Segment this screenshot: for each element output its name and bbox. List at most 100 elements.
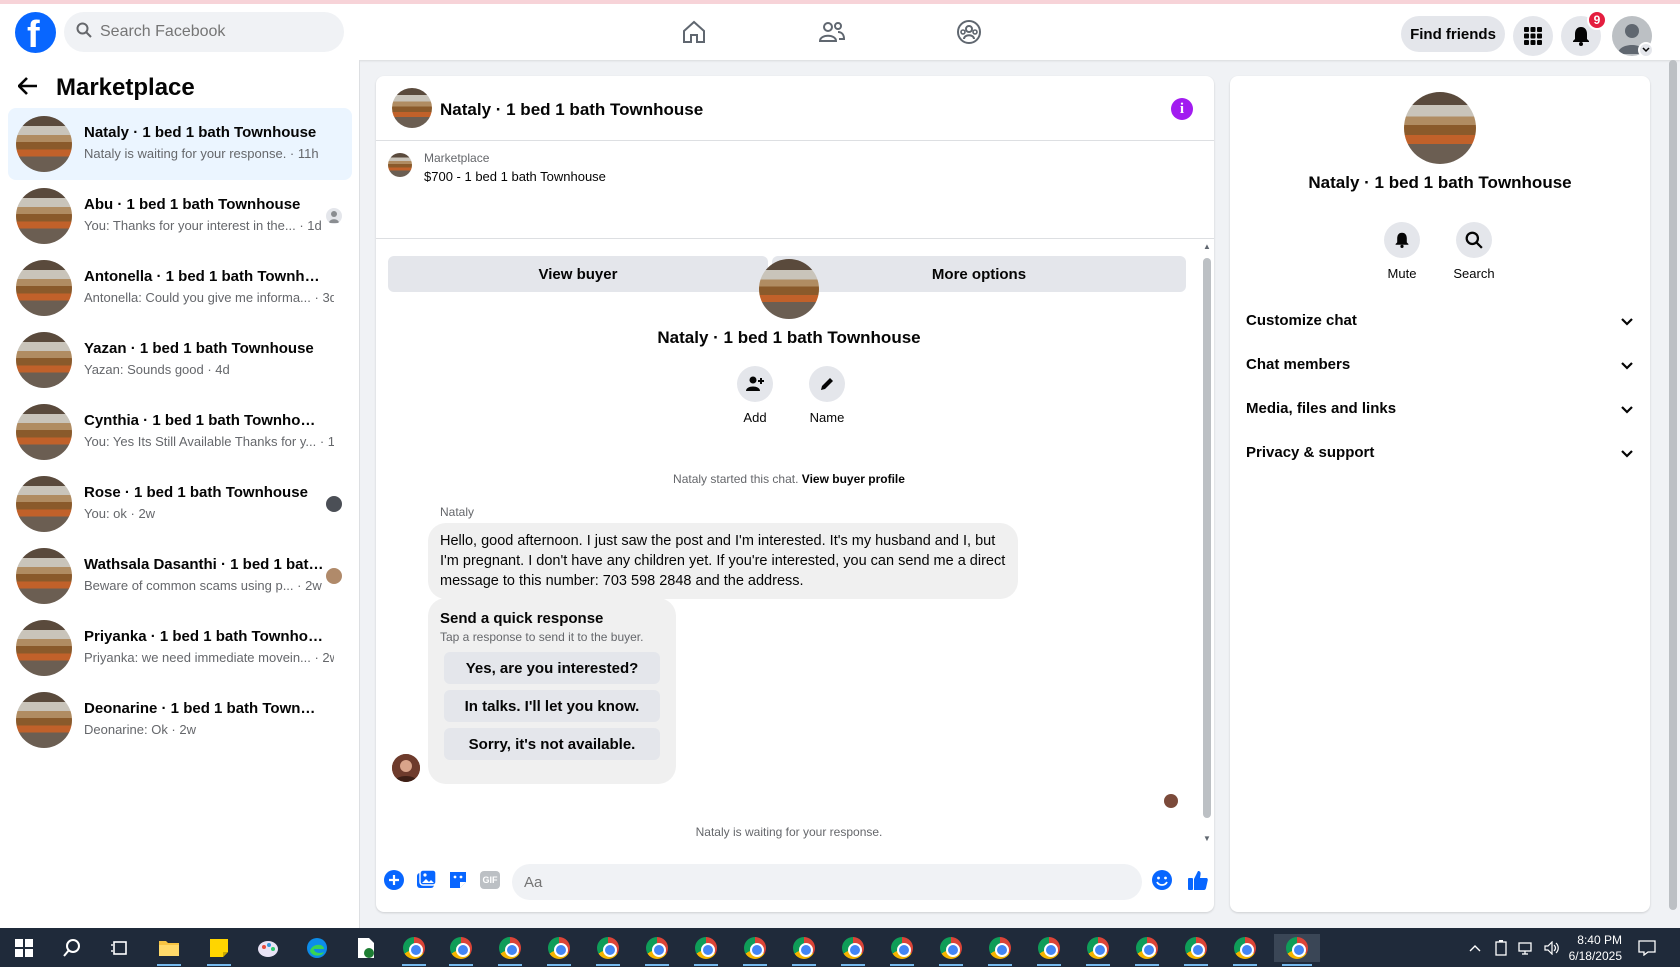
search-icon[interactable] xyxy=(52,934,92,962)
chrome-icon[interactable] xyxy=(394,934,434,966)
search-label: Search xyxy=(1453,266,1495,281)
emoji-icon[interactable] xyxy=(1150,868,1174,892)
find-friends-button[interactable]: Find friends xyxy=(1401,16,1505,52)
conversation-item-yazan[interactable]: Yazan · 1 bed 1 bath Townhouse Yazan: So… xyxy=(8,324,352,396)
mute-action[interactable]: Mute xyxy=(1372,222,1432,281)
edge-browser-icon[interactable] xyxy=(297,934,337,962)
chrome-icon[interactable] xyxy=(539,934,579,966)
chat-scrollbar-thumb[interactable] xyxy=(1203,258,1211,818)
customize-chat-section[interactable]: Customize chat xyxy=(1246,300,1634,344)
sender-avatar[interactable] xyxy=(392,754,420,782)
chrome-icon[interactable] xyxy=(784,934,824,966)
conversation-snippet: Antonella: Could you give me informa... … xyxy=(84,290,334,305)
chrome-icon[interactable] xyxy=(490,934,530,966)
chrome-icon-active[interactable] xyxy=(1274,934,1320,966)
chrome-icon[interactable] xyxy=(1078,934,1118,966)
groups-icon[interactable] xyxy=(949,12,989,52)
network-icon[interactable] xyxy=(1518,928,1536,967)
page-scrollbar[interactable] xyxy=(1666,60,1680,928)
thumbs-up-icon[interactable] xyxy=(1186,868,1210,892)
chrome-icon[interactable] xyxy=(1127,934,1167,966)
taskbar-clock[interactable]: 8:40 PM 6/18/2025 xyxy=(1562,932,1622,964)
seen-avatar xyxy=(326,568,342,584)
conversation-item-cynthia[interactable]: Cynthia · 1 bed 1 bath Townhouse You: Ye… xyxy=(8,396,352,468)
mute-label: Mute xyxy=(1387,266,1417,281)
chrome-icon[interactable] xyxy=(735,934,775,966)
conversation-item-nataly[interactable]: Nataly · 1 bed 1 bath Townhouse Nataly i… xyxy=(8,108,352,180)
chrome-icon[interactable] xyxy=(980,934,1020,966)
tray-chevron-up-icon[interactable] xyxy=(1468,928,1482,967)
listing-avatar xyxy=(16,548,72,604)
chevron-down-icon[interactable] xyxy=(1638,42,1654,58)
volume-icon[interactable] xyxy=(1544,928,1562,967)
waiting-notice: Nataly is waiting for your response. xyxy=(695,825,883,839)
add-people-action[interactable]: Add xyxy=(725,366,785,425)
notification-center-icon[interactable] xyxy=(1638,928,1656,967)
chrome-icon[interactable] xyxy=(588,934,628,966)
plus-circle-icon[interactable] xyxy=(382,868,406,892)
chat-title[interactable]: Nataly · 1 bed 1 bath Townhouse xyxy=(440,100,703,120)
message-input[interactable] xyxy=(512,864,1142,900)
chrome-icon[interactable] xyxy=(637,934,677,966)
sticker-icon[interactable] xyxy=(446,868,470,892)
friends-icon[interactable] xyxy=(812,12,852,52)
info-icon[interactable]: i xyxy=(1171,98,1193,120)
spreadsheet-file-icon[interactable] xyxy=(346,934,386,962)
listing-price-title[interactable]: $700 - 1 bed 1 bath Townhouse xyxy=(424,169,606,184)
view-buyer-profile-link[interactable]: View buyer profile xyxy=(802,472,905,486)
paint-icon[interactable] xyxy=(248,934,288,962)
menu-grid-icon[interactable] xyxy=(1513,16,1553,56)
conversation-item-abu[interactable]: Abu · 1 bed 1 bath Townhouse You: Thanks… xyxy=(8,180,352,252)
conversation-item-wathsala[interactable]: Wathsala Dasanthi · 1 bed 1 bath... Bewa… xyxy=(8,540,352,612)
incoming-message[interactable]: Hello, good afternoon. I just saw the po… xyxy=(428,523,1018,599)
chrome-icon[interactable] xyxy=(833,934,873,966)
conversation-item-antonella[interactable]: Antonella · 1 bed 1 bath Townhouse Anton… xyxy=(8,252,352,324)
chrome-icon[interactable] xyxy=(686,934,726,966)
task-view-icon[interactable] xyxy=(100,934,140,962)
seen-avatar xyxy=(326,496,342,512)
search-box[interactable] xyxy=(64,12,344,52)
chat-header-avatar[interactable] xyxy=(392,88,432,128)
chat-scrollbar[interactable]: ▲ ▼ xyxy=(1200,240,1214,846)
search-icon[interactable] xyxy=(1456,222,1492,258)
conversation-item-deonarine[interactable]: Deonarine · 1 bed 1 bath Townhouse Deona… xyxy=(8,684,352,756)
chrome-icon[interactable] xyxy=(1225,934,1265,966)
name-chat-action[interactable]: Name xyxy=(797,366,857,425)
media-files-links-section[interactable]: Media, files and links xyxy=(1246,388,1634,432)
add-label: Add xyxy=(743,410,767,425)
listing-avatar xyxy=(16,332,72,388)
bell-icon[interactable] xyxy=(1384,222,1420,258)
home-icon[interactable] xyxy=(674,12,714,52)
search-action[interactable]: Search xyxy=(1444,222,1504,281)
scroll-down-arrow-icon[interactable]: ▼ xyxy=(1203,834,1211,843)
chrome-icon[interactable] xyxy=(1176,934,1216,966)
add-person-icon[interactable] xyxy=(737,366,773,402)
listing-thumbnail[interactable] xyxy=(388,153,412,177)
back-arrow-icon[interactable] xyxy=(17,76,38,100)
sticky-notes-icon[interactable] xyxy=(199,934,239,966)
marketplace-label: Marketplace xyxy=(424,151,490,165)
quick-response-button[interactable]: In talks. I'll let you know. xyxy=(444,690,660,722)
chrome-icon[interactable] xyxy=(931,934,971,966)
chrome-icon[interactable] xyxy=(1029,934,1069,966)
file-explorer-icon[interactable] xyxy=(149,934,189,966)
facebook-logo[interactable]: f xyxy=(15,12,56,56)
clock-time: 8:40 PM xyxy=(1577,933,1622,947)
chrome-icon[interactable] xyxy=(441,934,481,966)
conversation-item-rose[interactable]: Rose · 1 bed 1 bath Townhouse You: ok · … xyxy=(8,468,352,540)
gif-icon[interactable]: GIF xyxy=(478,868,502,892)
quick-response-button[interactable]: Sorry, it's not available. xyxy=(444,728,660,760)
privacy-support-section[interactable]: Privacy & support xyxy=(1246,432,1634,476)
battery-icon[interactable] xyxy=(1494,928,1508,967)
chrome-icon[interactable] xyxy=(882,934,922,966)
pencil-icon[interactable] xyxy=(809,366,845,402)
windows-start-icon[interactable] xyxy=(4,934,44,962)
search-input[interactable] xyxy=(100,12,330,52)
quick-response-button[interactable]: Yes, are you interested? xyxy=(444,652,660,684)
listing-avatar xyxy=(16,116,72,172)
conversation-item-priyanka[interactable]: Priyanka · 1 bed 1 bath Townhouse Priyan… xyxy=(8,612,352,684)
chat-members-section[interactable]: Chat members xyxy=(1246,344,1634,388)
scroll-up-arrow-icon[interactable]: ▲ xyxy=(1203,242,1211,251)
page-scrollbar-thumb[interactable] xyxy=(1669,60,1677,910)
photo-icon[interactable] xyxy=(414,868,438,892)
